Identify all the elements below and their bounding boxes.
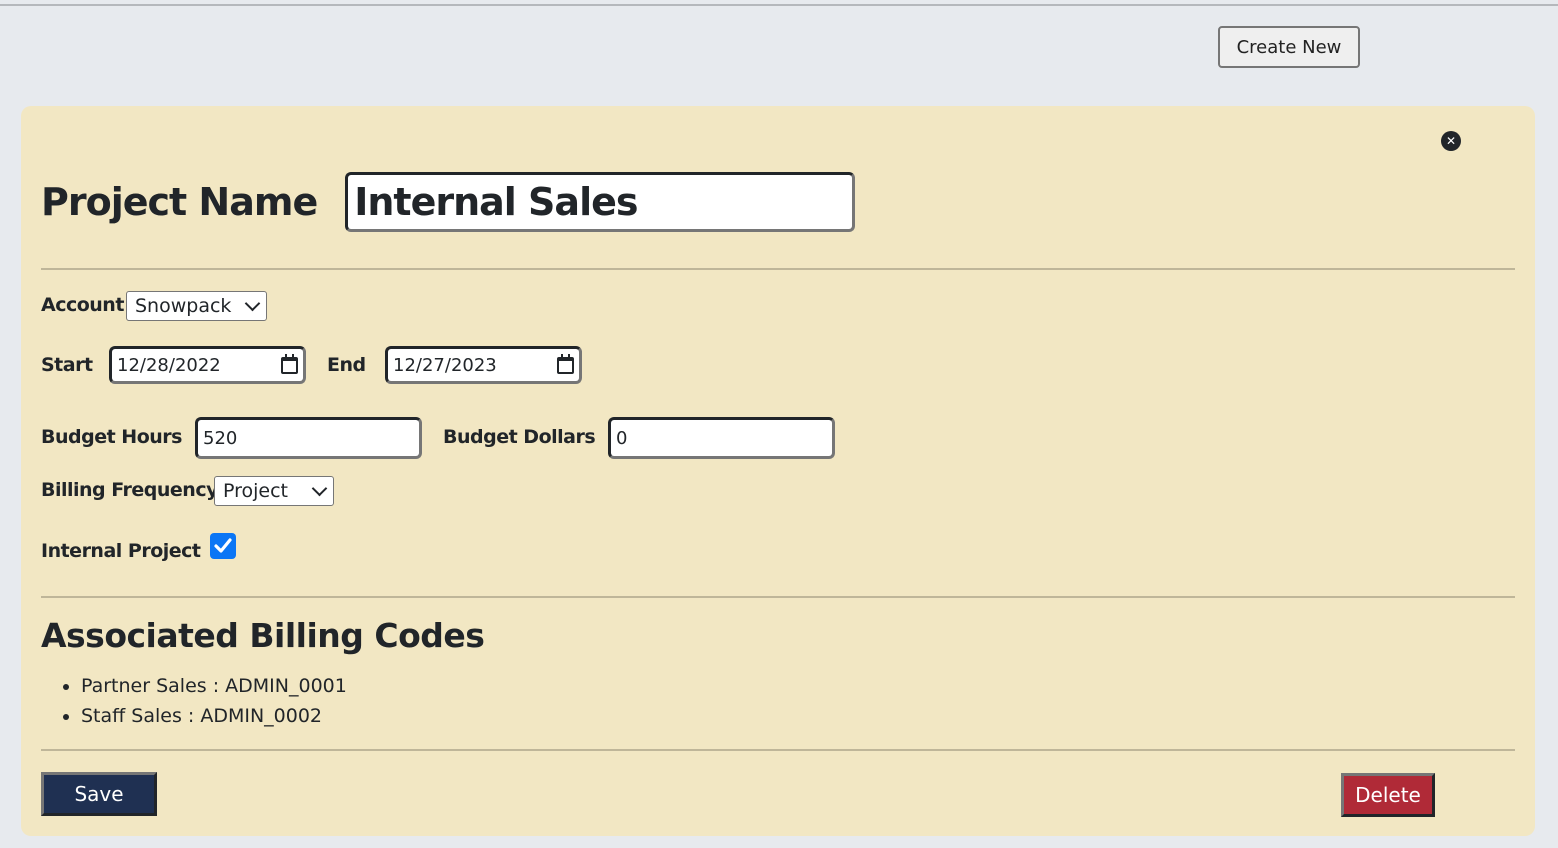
budget-hours-input[interactable]: 520 <box>195 417 422 459</box>
calendar-icon[interactable] <box>281 353 298 374</box>
calendar-icon[interactable] <box>557 353 574 374</box>
start-label: Start <box>41 354 93 376</box>
delete-button[interactable]: Delete <box>1341 773 1435 817</box>
top-divider <box>0 4 1558 6</box>
billing-code-item: Staff Sales : ADMIN_0002 <box>81 701 347 731</box>
checkmark-icon <box>214 538 232 553</box>
divider <box>41 749 1515 751</box>
save-button[interactable]: Save <box>41 772 157 816</box>
start-date-input[interactable]: 12/28/2022 <box>109 346 306 384</box>
billing-codes-heading: Associated Billing Codes <box>41 616 485 655</box>
chevron-down-icon <box>311 480 328 496</box>
budget-hours-value: 520 <box>203 427 238 449</box>
divider <box>41 596 1515 598</box>
end-date-value: 12/27/2023 <box>393 354 497 376</box>
budget-dollars-label: Budget Dollars <box>443 426 596 448</box>
create-new-button[interactable]: Create New <box>1218 26 1360 68</box>
project-name-input[interactable]: Internal Sales <box>345 172 856 232</box>
account-selected-value: Snowpack <box>135 295 232 317</box>
project-name-row: Project Name Internal Sales <box>41 172 856 232</box>
end-label: End <box>327 354 366 376</box>
budget-dollars-input[interactable]: 0 <box>608 417 835 459</box>
end-date-input[interactable]: 12/27/2023 <box>385 346 582 384</box>
start-date-value: 12/28/2022 <box>117 354 221 376</box>
billing-frequency-label: Billing Frequency <box>41 479 218 501</box>
billing-code-item: Partner Sales : ADMIN_0001 <box>81 671 347 701</box>
project-name-value: Internal Sales <box>354 180 638 224</box>
account-select[interactable]: Snowpack <box>126 291 267 321</box>
project-edit-panel: ✕ Project Name Internal Sales Account Sn… <box>21 106 1535 836</box>
billing-codes-list: Partner Sales : ADMIN_0001 Staff Sales :… <box>61 671 347 731</box>
divider <box>41 268 1515 270</box>
account-label: Account <box>41 294 124 316</box>
internal-project-label: Internal Project <box>41 540 201 562</box>
budget-hours-label: Budget Hours <box>41 426 182 448</box>
project-name-label: Project Name <box>41 180 318 224</box>
billing-frequency-select[interactable]: Project <box>214 476 334 506</box>
close-icon[interactable]: ✕ <box>1441 131 1461 151</box>
billing-frequency-selected-value: Project <box>223 480 289 502</box>
internal-project-checkbox[interactable] <box>210 533 236 559</box>
chevron-down-icon <box>244 295 261 311</box>
budget-dollars-value: 0 <box>616 427 628 449</box>
